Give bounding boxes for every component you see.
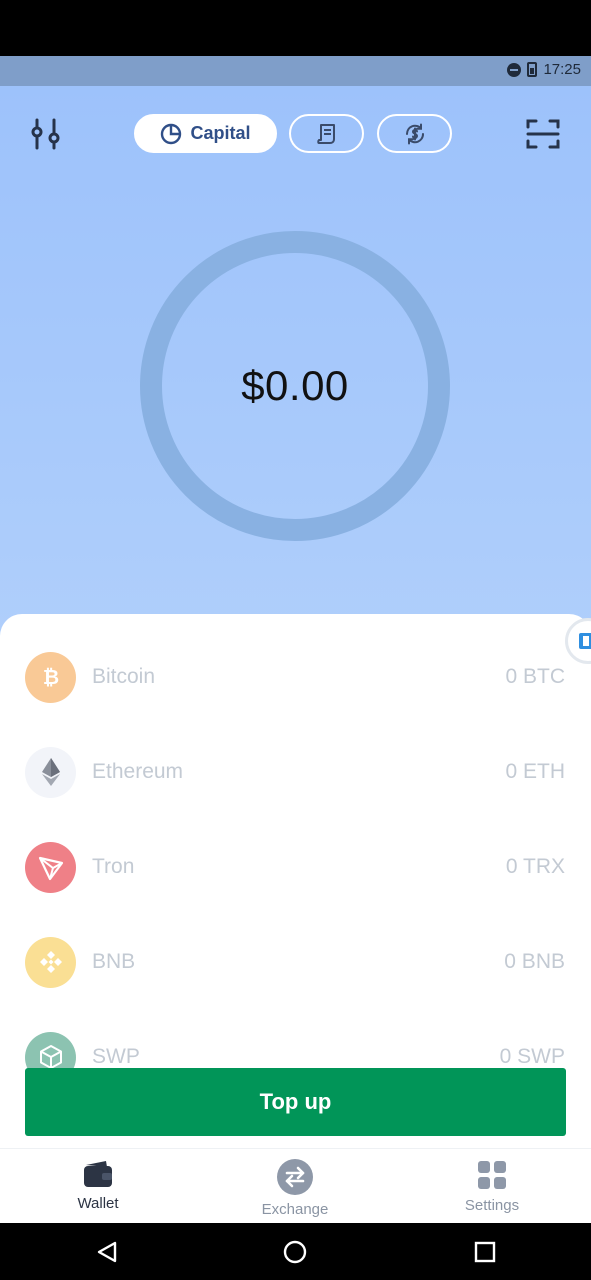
list-item[interactable]: Tron 0 TRX [25,841,565,893]
pie-chart-icon [161,123,182,144]
receipt-icon [316,123,335,144]
tab-capital[interactable]: Capital [134,114,277,153]
tab-settings-label: Settings [464,1197,520,1214]
battery-icon [527,62,538,77]
coin-amount: 0 TRX [505,855,565,878]
coin-amount: 0 SWP [499,1045,565,1068]
wallet-icon [84,1161,112,1187]
scan-qr-button[interactable] [523,114,563,154]
coin-amount: 0 ETH [505,760,565,783]
sliders-icon [31,118,60,150]
back-triangle-icon [97,1241,117,1263]
book-icon [579,633,591,649]
bnb-icon [25,936,76,988]
top-black-bar [0,0,591,56]
system-nav-bar [0,1223,591,1280]
settings-grid-icon [478,1161,506,1189]
coin-amount: 0 BTC [505,665,565,688]
total-balance: $0.00 [241,362,349,409]
list-item[interactable]: ₿ Bitcoin 0 BTC [25,651,565,703]
filter-settings-button[interactable] [26,114,66,154]
tab-exchange-rates[interactable] [377,114,452,153]
tab-wallet-label: Wallet [77,1195,119,1212]
tab-capital-label: Capital [190,123,251,143]
status-bar: 17:25 [0,56,591,86]
coin-name: BNB [92,950,136,973]
list-item[interactable]: BNB 0 BNB [25,936,565,988]
tab-wallet[interactable]: Wallet [38,1159,158,1212]
bottom-tab-bar: Wallet Exchange Settings [0,1148,591,1223]
home-button[interactable] [282,1239,308,1265]
wallet-screen: Capital $0.00 ₿ Bitcoin 0 BTC Ethereum 0… [0,86,591,1223]
tab-settings[interactable]: Settings [432,1159,552,1214]
status-time: 17:25 [543,61,581,78]
recents-button[interactable] [472,1239,498,1265]
home-circle-icon [283,1240,307,1264]
coin-amount: 0 BNB [504,950,565,973]
do-not-disturb-icon [507,62,522,77]
exchange-icon [277,1159,313,1195]
ethereum-icon [25,746,76,798]
recents-square-icon [474,1241,496,1263]
svg-text:₿: ₿ [42,665,58,689]
back-button[interactable] [94,1239,120,1265]
bitcoin-icon: ₿ [25,651,76,703]
coin-name: SWP [92,1045,140,1068]
scan-icon [526,119,560,149]
tab-history[interactable] [289,114,364,153]
tab-exchange-label: Exchange [261,1201,329,1218]
tab-exchange[interactable]: Exchange [235,1159,355,1218]
balance-ring: $0.00 [140,231,450,541]
tron-icon [25,841,76,893]
top-up-button[interactable]: Top up [25,1068,566,1136]
coin-name: Tron [92,855,135,878]
coin-name: Ethereum [92,760,184,783]
list-item[interactable]: Ethereum 0 ETH [25,746,565,798]
exchange-circle-icon [405,123,424,144]
coin-name: Bitcoin [92,665,156,688]
